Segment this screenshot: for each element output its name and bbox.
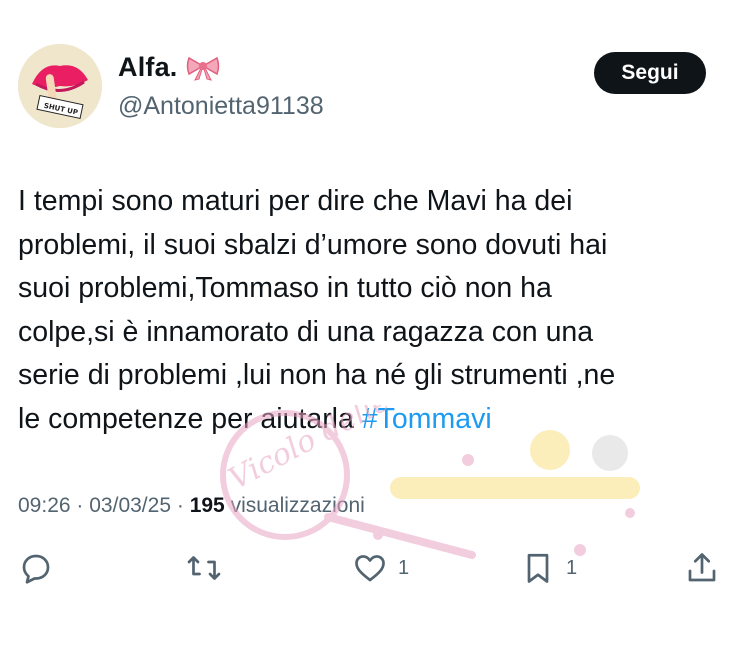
tweet-line: problemi, il suoi sbalzi d’umore sono do… [18,228,608,261]
tweet-text: I tempi sono maturi per dire che Mavi ha… [18,180,718,441]
retweet-icon [187,556,221,580]
heart-icon [355,555,385,582]
author-handle[interactable]: @Antonietta91138 [118,92,324,121]
tweet-line: colpe,si è innamorato di una ragazza con… [18,315,594,348]
retweet-button[interactable] [186,550,222,586]
tweet-actions: 1 1 [0,550,739,594]
follow-button[interactable]: Segui [594,52,706,94]
tweet-date[interactable]: 03/03/25 [89,494,171,517]
tweet-line-text: le competenze per aiutarla [18,402,362,435]
bookmark-icon [527,553,549,583]
reply-button[interactable] [18,550,54,586]
bookmark-button[interactable]: 1 [520,550,577,586]
author-display-name[interactable]: Alfa. [118,52,178,83]
separator-dot: · [176,494,184,517]
share-icon [688,553,716,582]
tweet-time[interactable]: 09:26 [18,494,71,517]
ribbon-bow-icon [186,55,220,81]
like-button[interactable]: 1 [352,550,409,586]
views-label: visualizzazioni [230,494,365,517]
tweet-line: I tempi sono maturi per dire che Mavi ha… [18,185,573,217]
tweet-line: le competenze per aiutarla #Tommavi [18,398,718,442]
separator-dot: · [76,494,84,517]
share-button[interactable] [684,550,720,586]
like-count: 1 [398,556,410,579]
avatar[interactable]: SHUT UP [18,44,102,128]
tweet-meta: 09:26 · 03/03/25 · 195 visualizzazioni [18,494,365,518]
views-count: 195 [189,494,225,517]
reply-icon [22,554,50,584]
bookmark-count: 1 [566,556,578,579]
hashtag-link[interactable]: #Tommavi [362,403,492,435]
tweet-line: suoi problemi,Tommaso in tutto ciò non h… [18,272,552,304]
avatar-image: SHUT UP [18,44,102,128]
tweet-line: serie di problemi ,lui non ha né gli str… [18,359,616,391]
author-name-row: Alfa. [118,52,220,83]
